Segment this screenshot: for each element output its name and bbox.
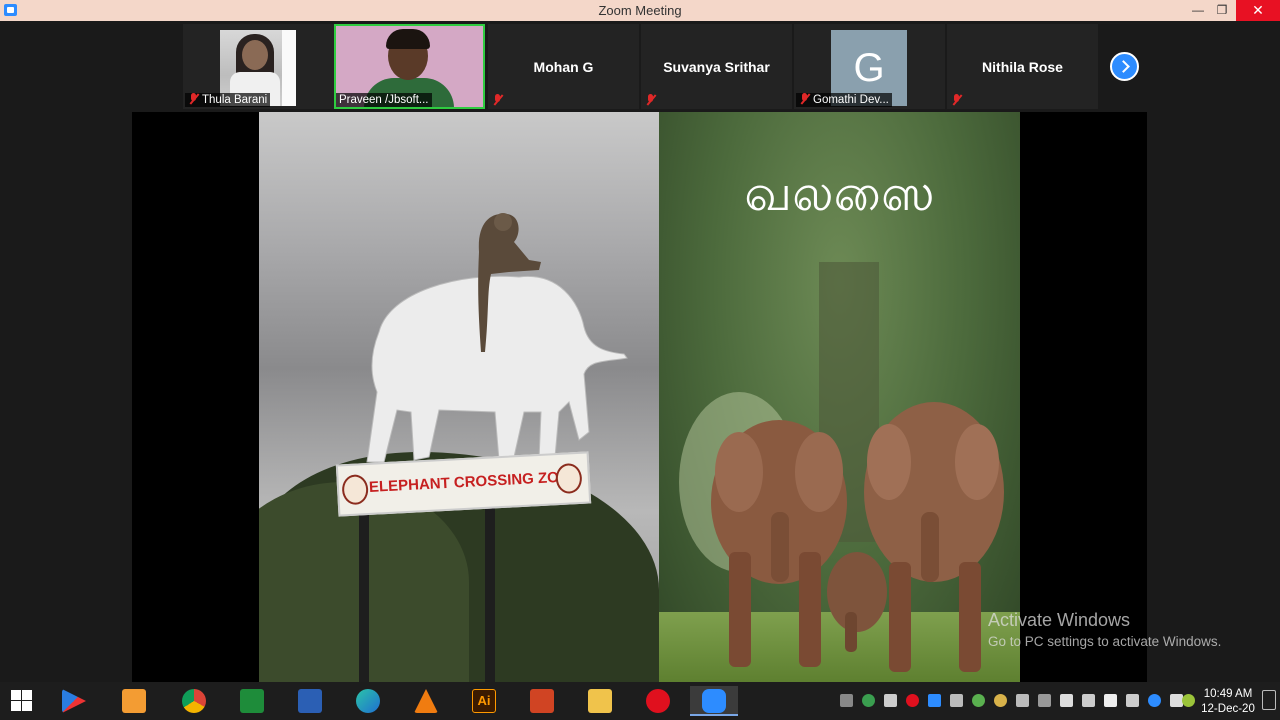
windows-start-icon[interactable]	[11, 690, 33, 712]
elephant-family-photo: வலஸை	[659, 112, 1020, 682]
tray-icon[interactable]	[928, 694, 941, 707]
participant-name: Thula Barani	[202, 94, 268, 106]
elephant-sign-cutout	[366, 213, 628, 463]
participant-name: Nithila Rose	[982, 59, 1063, 75]
close-button[interactable]: ✕	[1236, 0, 1280, 21]
emblem-icon	[555, 462, 583, 495]
volume-icon[interactable]	[1060, 694, 1073, 707]
shared-screen: ELEPHANT CROSSING ZONE வலஸை Activate Win…	[0, 112, 1280, 682]
zoom-tray-icon[interactable]	[1148, 694, 1161, 707]
elephant-crossing-photo: ELEPHANT CROSSING ZONE	[259, 112, 659, 682]
video-player-icon[interactable]	[112, 686, 152, 716]
muted-mic-icon	[951, 94, 962, 106]
clock-time: 10:49 AM	[1203, 688, 1253, 700]
participant-tile-nithila-rose[interactable]: Nithila Rose	[947, 24, 1098, 109]
battery-icon[interactable]	[1126, 694, 1139, 707]
media-player-icon[interactable]	[52, 686, 92, 716]
tray-icon[interactable]	[906, 694, 919, 707]
tray-icon[interactable]	[972, 694, 985, 707]
tray-icon[interactable]	[950, 694, 963, 707]
edge-icon[interactable]	[346, 686, 386, 716]
windows-taskbar: Ai 10:49 AM 12-Dec-20	[0, 682, 1280, 720]
sign-text: ELEPHANT CROSSING ZONE	[368, 467, 581, 496]
participant-tile-suvanya-srithar[interactable]: Suvanya Srithar	[641, 24, 792, 109]
participant-name: Praveen /Jbsoft...	[339, 94, 429, 106]
vlc-icon[interactable]	[404, 686, 444, 716]
maximize-button[interactable]: ❐	[1208, 0, 1236, 21]
zoom-taskbar-icon[interactable]	[690, 686, 738, 716]
tray-icon[interactable]	[884, 694, 897, 707]
slide-title-tamil: வலஸை	[744, 164, 935, 222]
opera-icon[interactable]	[636, 686, 676, 716]
participant-name: Suvanya Srithar	[663, 59, 770, 75]
participant-caption: Praveen /Jbsoft...	[336, 93, 432, 107]
participant-name: Mohan G	[533, 59, 594, 75]
window-title: Zoom Meeting	[598, 3, 682, 18]
tray-icon[interactable]	[862, 694, 875, 707]
tray-icon[interactable]	[1038, 694, 1051, 707]
muted-mic-icon	[799, 93, 810, 105]
participant-strip: Thula Barani Praveen /Jbsoft... Mohan G …	[0, 21, 1280, 112]
participant-tile-praveen[interactable]: Praveen /Jbsoft...	[334, 24, 485, 109]
next-page-arrow-icon[interactable]	[1110, 52, 1139, 81]
tray-icon[interactable]	[1182, 694, 1195, 707]
participant-caption: Thula Barani	[185, 93, 271, 107]
taskbar-clock[interactable]: 10:49 AM 12-Dec-20	[1198, 687, 1258, 717]
muted-mic-icon	[645, 94, 656, 106]
participant-tile-gomathi[interactable]: G Gomathi Dev...	[794, 24, 945, 109]
word-icon[interactable]	[288, 686, 328, 716]
participant-tile-thula-barani[interactable]: Thula Barani	[183, 24, 334, 109]
tray-icon[interactable]	[994, 694, 1007, 707]
excel-icon[interactable]	[230, 686, 270, 716]
muted-mic-icon	[492, 94, 503, 106]
clock-date: 12-Dec-20	[1201, 703, 1255, 715]
tray-icon[interactable]	[1016, 694, 1029, 707]
illustrator-icon[interactable]: Ai	[462, 686, 502, 716]
signal-icon[interactable]	[1104, 694, 1117, 707]
file-explorer-icon[interactable]	[578, 686, 618, 716]
emblem-icon	[341, 474, 369, 506]
activate-windows-watermark: Activate Windows Go to PC settings to ac…	[988, 610, 1222, 649]
powerpoint-icon[interactable]	[520, 686, 560, 716]
participant-caption: Gomathi Dev...	[796, 93, 892, 107]
chrome-icon[interactable]	[172, 686, 212, 716]
participant-tile-mohan-g[interactable]: Mohan G	[488, 24, 639, 109]
notification-icon[interactable]	[1262, 690, 1276, 710]
participant-name: Gomathi Dev...	[813, 94, 889, 106]
network-icon[interactable]	[1082, 694, 1095, 707]
tray-icon[interactable]	[840, 694, 853, 707]
title-bar: Zoom Meeting — ❐ ✕	[0, 0, 1280, 21]
muted-mic-icon	[188, 93, 199, 105]
